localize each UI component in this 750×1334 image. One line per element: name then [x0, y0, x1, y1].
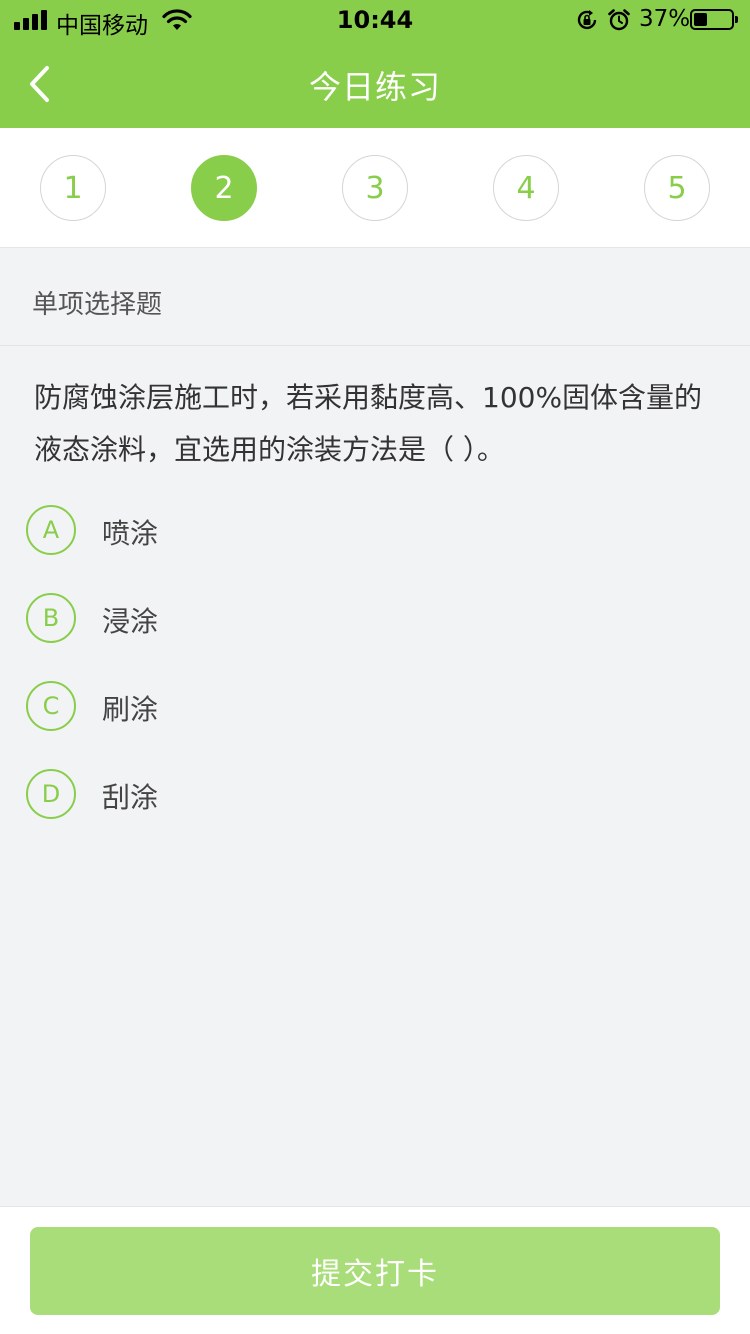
question-type-bar: 单项选择题: [0, 248, 750, 346]
option-text: 刮涂: [102, 781, 159, 814]
question-number-2[interactable]: 2: [191, 155, 257, 221]
option-b[interactable]: B 浸涂: [26, 588, 716, 648]
status-bar: 中国移动 10:44 37%: [0, 0, 750, 40]
question-number-5[interactable]: 5: [644, 155, 710, 221]
option-c[interactable]: C 刷涂: [26, 676, 716, 736]
rotation-lock-icon: [577, 10, 597, 30]
option-text: 浸涂: [102, 605, 159, 638]
option-a[interactable]: A 喷涂: [26, 500, 716, 560]
option-text: 喷涂: [102, 517, 159, 550]
footer-bar: 提交打卡: [0, 1206, 750, 1334]
question-type: 单项选择题: [32, 290, 163, 320]
alarm-icon: [608, 9, 630, 31]
option-letter: A: [26, 505, 76, 555]
battery-level: [694, 13, 707, 26]
option-letter: D: [26, 769, 76, 819]
app-header: 中国移动 10:44 37% 今日练习: [0, 0, 750, 128]
question-number-3[interactable]: 3: [342, 155, 408, 221]
option-d[interactable]: D 刮涂: [26, 764, 716, 824]
option-text: 刷涂: [102, 693, 159, 726]
question-text: 防腐蚀涂层施工时，若采用黏度高、100%固体含量的液态涂料，宜选用的涂装方法是（…: [34, 381, 703, 466]
question-selector: 1 2 3 4 5: [0, 128, 750, 248]
question-number-1[interactable]: 1: [40, 155, 106, 221]
battery-icon: [690, 9, 738, 30]
page-title: 今日练习: [308, 68, 441, 106]
nav-bar: 今日练习: [0, 40, 750, 128]
question-number-4[interactable]: 4: [493, 155, 559, 221]
status-time: 10:44: [336, 6, 414, 34]
option-letter: B: [26, 593, 76, 643]
submit-button[interactable]: 提交打卡: [30, 1227, 720, 1315]
battery-percent: 37%: [639, 6, 691, 32]
option-letter: C: [26, 681, 76, 731]
